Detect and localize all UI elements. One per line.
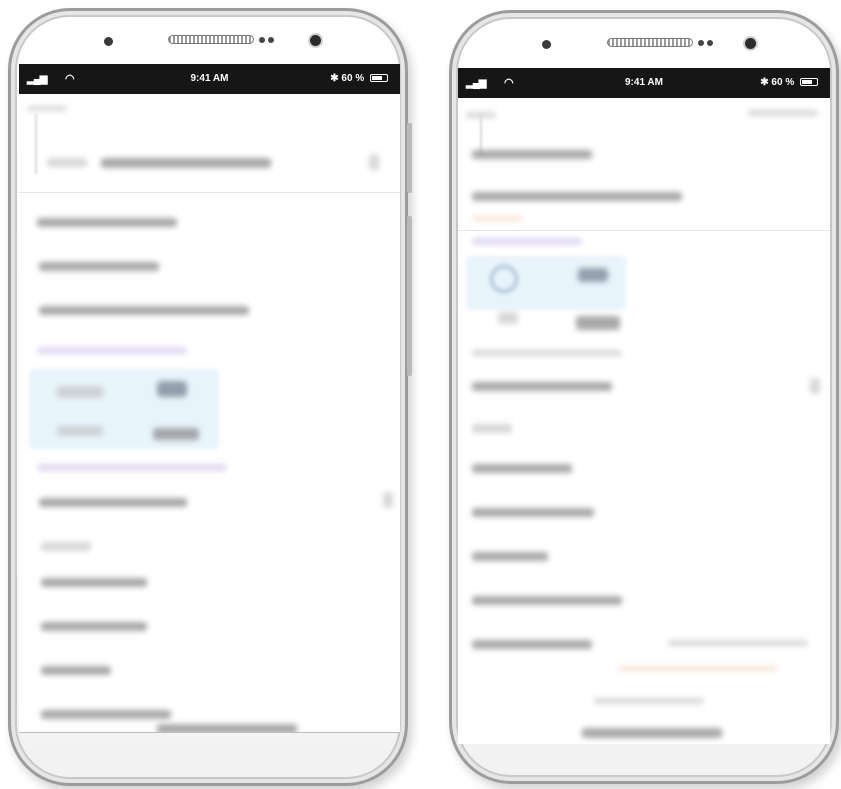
blurred-text bbox=[498, 312, 518, 324]
phone-mockup-left: ▂▄▆ ◠ 9:41 AM ✱ 60 % bbox=[8, 8, 412, 786]
blurred-list-item bbox=[472, 596, 622, 605]
blurred-divider bbox=[35, 114, 37, 174]
blurred-text bbox=[153, 428, 199, 440]
blurred-section-header bbox=[472, 238, 582, 245]
status-bar: ▂▄▆ ◠ 9:41 AM ✱ 60 % bbox=[458, 68, 830, 98]
blurred-avatar bbox=[490, 265, 518, 293]
blurred-list-item bbox=[41, 622, 147, 631]
sensor-dot bbox=[698, 40, 704, 46]
divider bbox=[19, 192, 400, 193]
phone-mockup-right: ▂▄▆ ◠ 9:41 AM ✱ 60 % bbox=[449, 10, 839, 784]
blurred-app-content bbox=[19, 94, 400, 732]
battery-icon bbox=[370, 74, 388, 83]
status-right: ✱ 60 % bbox=[760, 77, 818, 88]
sensor-dot bbox=[268, 37, 274, 43]
blurred-icon bbox=[810, 378, 820, 394]
front-sensor bbox=[104, 37, 113, 46]
blurred-text bbox=[57, 426, 103, 436]
blurred-text bbox=[472, 350, 622, 356]
blurred-text bbox=[57, 386, 103, 398]
sensor-dot bbox=[259, 37, 265, 43]
divider bbox=[458, 230, 830, 231]
blurred-divider bbox=[480, 114, 482, 154]
blurred-icon bbox=[157, 381, 187, 397]
battery-text: 60 % bbox=[341, 73, 365, 84]
blurred-section-header bbox=[37, 347, 187, 354]
blurred-list-item bbox=[472, 424, 512, 433]
earpiece-speaker bbox=[168, 35, 254, 44]
blurred-icon bbox=[578, 268, 608, 282]
blurred-list-item bbox=[472, 552, 548, 561]
side-button bbox=[407, 216, 412, 376]
blurred-list-item bbox=[39, 498, 187, 507]
blurred-text bbox=[618, 666, 778, 671]
battery-icon bbox=[800, 78, 818, 87]
blurred-list-item bbox=[41, 542, 91, 551]
front-camera bbox=[310, 35, 321, 46]
status-right: ✱ 60 % bbox=[330, 73, 388, 84]
blurred-list-item bbox=[472, 640, 592, 649]
sensor-dot bbox=[707, 40, 713, 46]
blurred-list-item bbox=[472, 382, 612, 391]
blurred-button-label bbox=[582, 728, 722, 738]
blurred-list-item bbox=[41, 710, 171, 719]
blurred-list-item bbox=[41, 578, 147, 587]
side-button bbox=[407, 123, 412, 193]
blurred-app-content bbox=[458, 98, 830, 744]
blurred-text bbox=[27, 106, 67, 111]
phone-screen: ▂▄▆ ◠ 9:41 AM ✱ 60 % bbox=[458, 68, 830, 744]
blurred-list-item bbox=[41, 666, 111, 675]
blurred-button-label bbox=[157, 724, 297, 732]
blurred-icon bbox=[383, 492, 393, 508]
blurred-list-item bbox=[39, 262, 159, 271]
phone-screen: ▂▄▆ ◠ 9:41 AM ✱ 60 % bbox=[19, 64, 400, 733]
blurred-text bbox=[748, 110, 818, 116]
front-camera bbox=[745, 38, 756, 49]
blurred-text bbox=[594, 698, 704, 704]
blurred-text bbox=[472, 216, 522, 221]
blurred-list-item bbox=[37, 218, 177, 227]
blurred-text bbox=[47, 158, 87, 167]
blurred-list-item bbox=[472, 150, 592, 159]
blurred-header-title bbox=[101, 158, 271, 168]
blurred-text bbox=[668, 640, 808, 646]
battery-text: 60 % bbox=[771, 77, 795, 88]
status-bar: ▂▄▆ ◠ 9:41 AM ✱ 60 % bbox=[19, 64, 400, 94]
blurred-icon bbox=[369, 154, 379, 170]
front-sensor bbox=[542, 40, 551, 49]
blurred-list-item bbox=[472, 508, 594, 517]
blurred-list-item bbox=[39, 306, 249, 315]
bluetooth-icon: ✱ bbox=[330, 73, 339, 84]
blurred-list-item bbox=[472, 192, 682, 201]
earpiece-speaker bbox=[607, 38, 693, 47]
blurred-text bbox=[576, 316, 620, 330]
blurred-section-header bbox=[37, 464, 227, 471]
bluetooth-icon: ✱ bbox=[760, 77, 769, 88]
blurred-list-item bbox=[472, 464, 572, 473]
